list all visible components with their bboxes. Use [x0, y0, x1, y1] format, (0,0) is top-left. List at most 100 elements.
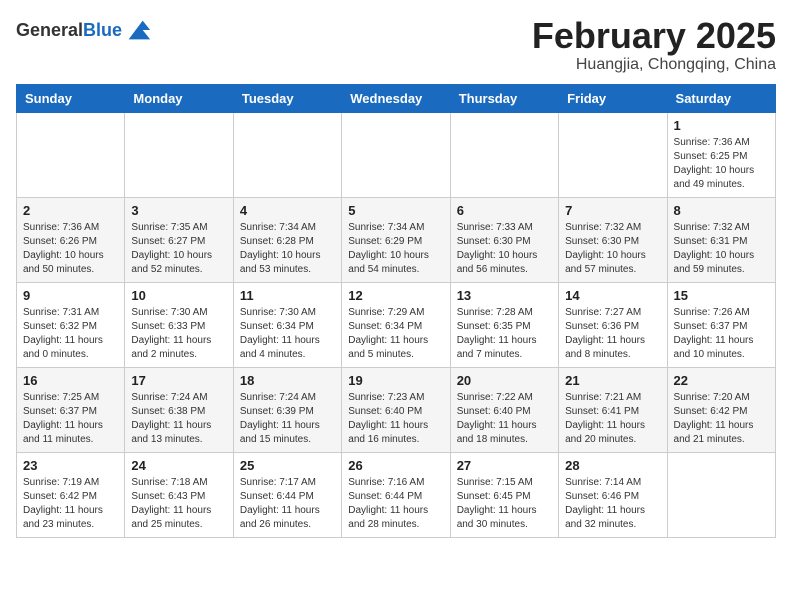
- calendar-cell: 12 Sunrise: 7:29 AMSunset: 6:34 PMDayligh…: [342, 282, 450, 367]
- day-info: Sunrise: 7:30 AMSunset: 6:33 PMDaylight:…: [131, 306, 226, 362]
- calendar-cell: 16 Sunrise: 7:25 AMSunset: 6:37 PMDayligh…: [17, 367, 125, 452]
- day-info: Sunrise: 7:16 AMSunset: 6:44 PMDaylight:…: [348, 476, 443, 532]
- day-info: Sunrise: 7:25 AMSunset: 6:37 PMDaylight:…: [23, 391, 118, 447]
- calendar-cell: 10Sunrise: 7:30 AMSunset: 6:33 PMDayligh…: [125, 282, 233, 367]
- calendar-week-4: 16 Sunrise: 7:25 AMSunset: 6:37 PMDayligh…: [17, 367, 776, 452]
- day-number: 18: [240, 373, 335, 388]
- calendar-cell: 11 Sunrise: 7:30 AMSunset: 6:34 PMDayligh…: [233, 282, 341, 367]
- day-number: 2: [23, 203, 118, 218]
- calendar-cell: [667, 452, 775, 537]
- day-info: Sunrise: 7:14 AMSunset: 6:46 PMDaylight:…: [565, 476, 660, 532]
- calendar-cell: 2 Sunrise: 7:36 AMSunset: 6:26 PMDaylight…: [17, 197, 125, 282]
- day-number: 22: [674, 373, 769, 388]
- day-header-wednesday: Wednesday: [342, 84, 450, 112]
- calendar-week-2: 2 Sunrise: 7:36 AMSunset: 6:26 PMDaylight…: [17, 197, 776, 282]
- day-info: Sunrise: 7:27 AMSunset: 6:36 PMDaylight:…: [565, 306, 660, 362]
- day-number: 26: [348, 458, 443, 473]
- day-header-thursday: Thursday: [450, 84, 558, 112]
- day-info: Sunrise: 7:23 AMSunset: 6:40 PMDaylight:…: [348, 391, 443, 447]
- day-number: 11: [240, 288, 335, 303]
- day-info: Sunrise: 7:19 AMSunset: 6:42 PMDaylight:…: [23, 476, 118, 532]
- day-number: 13: [457, 288, 552, 303]
- calendar-cell: 4 Sunrise: 7:34 AMSunset: 6:28 PMDaylight…: [233, 197, 341, 282]
- main-title: February 2025: [532, 16, 776, 56]
- day-number: 9: [23, 288, 118, 303]
- day-number: 6: [457, 203, 552, 218]
- calendar-cell: 19 Sunrise: 7:23 AMSunset: 6:40 PMDayligh…: [342, 367, 450, 452]
- calendar-cell: [125, 112, 233, 197]
- day-info: Sunrise: 7:30 AMSunset: 6:34 PMDaylight:…: [240, 306, 335, 362]
- calendar-cell: 21Sunrise: 7:21 AMSunset: 6:41 PMDayligh…: [559, 367, 667, 452]
- calendar-week-3: 9 Sunrise: 7:31 AMSunset: 6:32 PMDaylight…: [17, 282, 776, 367]
- calendar-cell: 13 Sunrise: 7:28 AMSunset: 6:35 PMDayligh…: [450, 282, 558, 367]
- day-number: 24: [131, 458, 226, 473]
- calendar-cell: 3 Sunrise: 7:35 AMSunset: 6:27 PMDaylight…: [125, 197, 233, 282]
- day-number: 14: [565, 288, 660, 303]
- calendar-cell: [233, 112, 341, 197]
- calendar-cell: 26 Sunrise: 7:16 AMSunset: 6:44 PMDayligh…: [342, 452, 450, 537]
- day-header-monday: Monday: [125, 84, 233, 112]
- calendar-cell: 24 Sunrise: 7:18 AMSunset: 6:43 PMDayligh…: [125, 452, 233, 537]
- day-info: Sunrise: 7:17 AMSunset: 6:44 PMDaylight:…: [240, 476, 335, 532]
- day-number: 20: [457, 373, 552, 388]
- calendar-cell: 20Sunrise: 7:22 AMSunset: 6:40 PMDayligh…: [450, 367, 558, 452]
- day-info: Sunrise: 7:28 AMSunset: 6:35 PMDaylight:…: [457, 306, 552, 362]
- day-info: Sunrise: 7:21 AMSunset: 6:41 PMDaylight:…: [565, 391, 660, 447]
- day-number: 28: [565, 458, 660, 473]
- day-number: 25: [240, 458, 335, 473]
- header-row: SundayMondayTuesdayWednesdayThursdayFrid…: [17, 84, 776, 112]
- calendar-cell: 27Sunrise: 7:15 AMSunset: 6:45 PMDayligh…: [450, 452, 558, 537]
- day-info: Sunrise: 7:24 AMSunset: 6:39 PMDaylight:…: [240, 391, 335, 447]
- day-header-sunday: Sunday: [17, 84, 125, 112]
- day-info: Sunrise: 7:33 AMSunset: 6:30 PMDaylight:…: [457, 221, 552, 277]
- logo: GeneralBlue: [16, 16, 152, 44]
- calendar-cell: 17Sunrise: 7:24 AMSunset: 6:38 PMDayligh…: [125, 367, 233, 452]
- calendar-cell: 6 Sunrise: 7:33 AMSunset: 6:30 PMDaylight…: [450, 197, 558, 282]
- logo-icon: [124, 16, 152, 44]
- title-section: February 2025 Huangjia, Chongqing, China: [532, 16, 776, 74]
- calendar-cell: 15Sunrise: 7:26 AMSunset: 6:37 PMDayligh…: [667, 282, 775, 367]
- calendar-cell: 9 Sunrise: 7:31 AMSunset: 6:32 PMDaylight…: [17, 282, 125, 367]
- day-number: 12: [348, 288, 443, 303]
- calendar-cell: [17, 112, 125, 197]
- day-info: Sunrise: 7:24 AMSunset: 6:38 PMDaylight:…: [131, 391, 226, 447]
- day-number: 4: [240, 203, 335, 218]
- logo-blue: Blue: [83, 20, 122, 40]
- day-info: Sunrise: 7:36 AMSunset: 6:26 PMDaylight:…: [23, 221, 118, 277]
- day-info: Sunrise: 7:34 AMSunset: 6:29 PMDaylight:…: [348, 221, 443, 277]
- day-info: Sunrise: 7:18 AMSunset: 6:43 PMDaylight:…: [131, 476, 226, 532]
- day-header-saturday: Saturday: [667, 84, 775, 112]
- calendar-cell: 5Sunrise: 7:34 AMSunset: 6:29 PMDaylight…: [342, 197, 450, 282]
- calendar-week-1: 1 Sunrise: 7:36 AMSunset: 6:25 PMDaylight…: [17, 112, 776, 197]
- calendar-cell: [450, 112, 558, 197]
- calendar-cell: 28 Sunrise: 7:14 AMSunset: 6:46 PMDayligh…: [559, 452, 667, 537]
- day-number: 23: [23, 458, 118, 473]
- calendar-week-5: 23 Sunrise: 7:19 AMSunset: 6:42 PMDayligh…: [17, 452, 776, 537]
- day-number: 1: [674, 118, 769, 133]
- day-number: 19: [348, 373, 443, 388]
- day-number: 3: [131, 203, 226, 218]
- calendar-table: SundayMondayTuesdayWednesdayThursdayFrid…: [16, 84, 776, 538]
- day-info: Sunrise: 7:36 AMSunset: 6:25 PMDaylight:…: [674, 136, 769, 192]
- day-info: Sunrise: 7:29 AMSunset: 6:34 PMDaylight:…: [348, 306, 443, 362]
- page-header: GeneralBlue February 2025 Huangjia, Chon…: [16, 16, 776, 74]
- day-number: 7: [565, 203, 660, 218]
- calendar-body: 1 Sunrise: 7:36 AMSunset: 6:25 PMDaylight…: [17, 112, 776, 537]
- logo-general: General: [16, 20, 83, 40]
- calendar-cell: [559, 112, 667, 197]
- calendar-cell: 25 Sunrise: 7:17 AMSunset: 6:44 PMDayligh…: [233, 452, 341, 537]
- calendar-cell: 18 Sunrise: 7:24 AMSunset: 6:39 PMDayligh…: [233, 367, 341, 452]
- calendar-cell: 8Sunrise: 7:32 AMSunset: 6:31 PMDaylight…: [667, 197, 775, 282]
- day-info: Sunrise: 7:34 AMSunset: 6:28 PMDaylight:…: [240, 221, 335, 277]
- day-info: Sunrise: 7:31 AMSunset: 6:32 PMDaylight:…: [23, 306, 118, 362]
- day-info: Sunrise: 7:20 AMSunset: 6:42 PMDaylight:…: [674, 391, 769, 447]
- day-info: Sunrise: 7:32 AMSunset: 6:31 PMDaylight:…: [674, 221, 769, 277]
- day-number: 15: [674, 288, 769, 303]
- calendar-header: SundayMondayTuesdayWednesdayThursdayFrid…: [17, 84, 776, 112]
- calendar-cell: 22 Sunrise: 7:20 AMSunset: 6:42 PMDayligh…: [667, 367, 775, 452]
- day-info: Sunrise: 7:35 AMSunset: 6:27 PMDaylight:…: [131, 221, 226, 277]
- day-number: 16: [23, 373, 118, 388]
- day-info: Sunrise: 7:15 AMSunset: 6:45 PMDaylight:…: [457, 476, 552, 532]
- calendar-cell: 1 Sunrise: 7:36 AMSunset: 6:25 PMDaylight…: [667, 112, 775, 197]
- calendar-cell: 23 Sunrise: 7:19 AMSunset: 6:42 PMDayligh…: [17, 452, 125, 537]
